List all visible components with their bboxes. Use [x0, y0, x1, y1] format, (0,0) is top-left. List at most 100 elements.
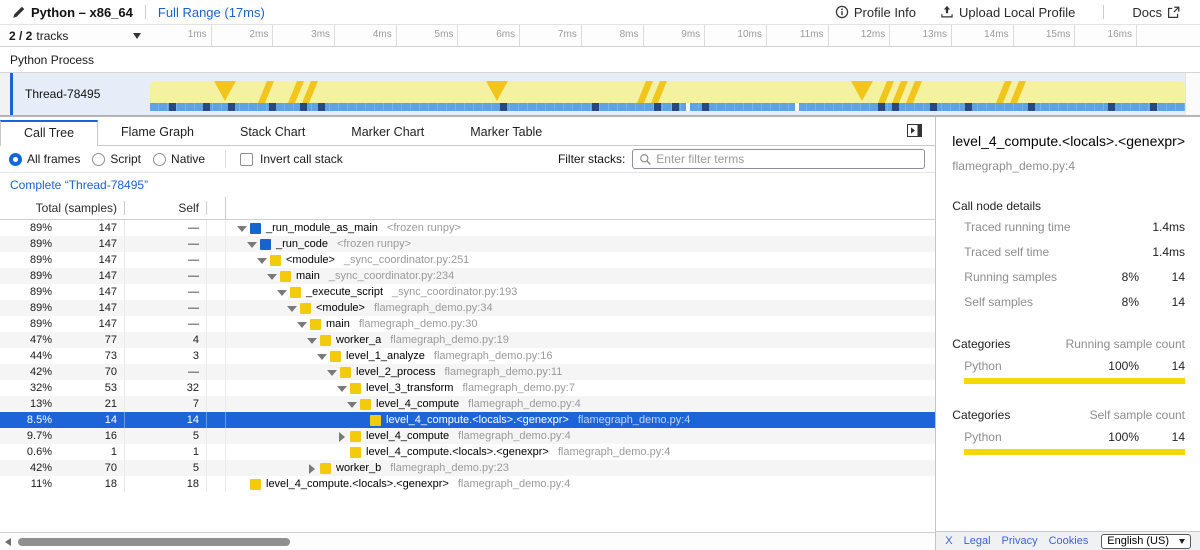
- detail-label: Running samples: [964, 270, 1095, 284]
- twisty-open-icon[interactable]: [326, 364, 340, 380]
- categories-count-header: Self sample count: [1010, 408, 1185, 422]
- table-row[interactable]: 8.5%1414level_4_compute.<locals>.<genexp…: [0, 412, 935, 428]
- table-row[interactable]: 89%147—mainflamegraph_demo.py:30: [0, 316, 935, 332]
- radio-button-icon[interactable]: [153, 153, 166, 166]
- column-total-samples[interactable]: Total (samples): [0, 201, 125, 215]
- twisty-open-icon[interactable]: [286, 300, 300, 316]
- cell-icon: [207, 460, 226, 476]
- call-node-details-heading: Call node details: [952, 199, 1185, 213]
- function-name: worker_a: [336, 332, 381, 348]
- profile-info-label: Profile Info: [854, 5, 916, 20]
- total-percent: 13%: [0, 396, 52, 412]
- profile-info-button[interactable]: Profile Info: [827, 5, 924, 20]
- twisty-open-icon[interactable]: [336, 380, 350, 396]
- table-row[interactable]: 89%147—_execute_script_sync_coordinator.…: [0, 284, 935, 300]
- twisty-closed-icon[interactable]: [306, 460, 320, 476]
- chevron-down-icon: [133, 33, 141, 43]
- function-name: level_4_compute.<locals>.<genexpr>: [386, 412, 569, 428]
- table-row[interactable]: 42%70—level_2_processflamegraph_demo.py:…: [0, 364, 935, 380]
- table-row[interactable]: 9.7%165level_4_computeflamegraph_demo.py…: [0, 428, 935, 444]
- footer-link-x[interactable]: X: [945, 535, 952, 547]
- radio-all-frames[interactable]: All frames: [9, 152, 80, 166]
- cell-self: —: [125, 268, 207, 284]
- scroll-left-arrow-icon[interactable]: [5, 538, 11, 546]
- table-row[interactable]: 11%1818level_4_compute.<locals>.<genexpr…: [0, 476, 935, 492]
- tab-call-tree[interactable]: Call Tree: [0, 120, 98, 146]
- radio-script[interactable]: Script: [92, 152, 141, 166]
- sample-dark-segment: [672, 103, 679, 111]
- total-percent: 32%: [0, 380, 52, 396]
- table-row[interactable]: 44%733level_1_analyzeflamegraph_demo.py:…: [0, 348, 935, 364]
- table-row[interactable]: 47%774worker_aflamegraph_demo.py:19: [0, 332, 935, 348]
- track-thread[interactable]: Thread-78495: [0, 73, 1200, 116]
- twisty-closed-icon[interactable]: [336, 428, 350, 444]
- table-row[interactable]: 89%147—main_sync_coordinator.py:234: [0, 268, 935, 284]
- category-row: Python100%14: [952, 422, 1185, 449]
- timeline-header: 2 / 2 tracks 1ms2ms3ms4ms5ms6ms7ms8ms9ms…: [0, 25, 1200, 47]
- total-percent: 89%: [0, 220, 52, 236]
- twisty-open-icon[interactable]: [266, 268, 280, 284]
- profile-title[interactable]: Python – x86_64: [31, 5, 133, 20]
- file-location: flamegraph_demo.py:4: [468, 396, 581, 412]
- invert-call-stack-checkbox[interactable]: [240, 153, 253, 166]
- cell-total: 47%77: [0, 332, 125, 348]
- twisty-open-icon[interactable]: [276, 284, 290, 300]
- category-square-icon: [320, 335, 331, 346]
- table-row[interactable]: 89%147—_run_code<frozen runpy>: [0, 236, 935, 252]
- table-row[interactable]: 89%147—_run_module_as_main<frozen runpy>: [0, 220, 935, 236]
- thread-activity-graph[interactable]: [150, 81, 1185, 111]
- twisty-open-icon[interactable]: [346, 396, 360, 412]
- tab-flame-graph[interactable]: Flame Graph: [98, 119, 217, 145]
- total-samples: 73: [52, 348, 124, 364]
- language-select[interactable]: English (US): [1101, 534, 1191, 549]
- scrollbar-thumb[interactable]: [18, 538, 290, 546]
- complete-thread-link[interactable]: Complete “Thread-78495”: [10, 178, 148, 192]
- docs-link[interactable]: Docs: [1124, 5, 1188, 20]
- table-row[interactable]: 89%147—<module>_sync_coordinator.py:251: [0, 252, 935, 268]
- timeline-ruler[interactable]: 1ms2ms3ms4ms5ms6ms7ms8ms9ms10ms11ms12ms1…: [150, 25, 1200, 46]
- cell-self: 1: [125, 444, 207, 460]
- category-square-icon: [300, 303, 311, 314]
- track-python-process[interactable]: Python Process: [0, 47, 1200, 73]
- radio-button-icon[interactable]: [92, 153, 105, 166]
- table-row[interactable]: 42%705worker_bflamegraph_demo.py:23: [0, 460, 935, 476]
- table-row[interactable]: 32%5332level_3_transformflamegraph_demo.…: [0, 380, 935, 396]
- filter-input[interactable]: [656, 152, 918, 166]
- upload-profile-button[interactable]: Upload Local Profile: [932, 5, 1083, 20]
- ruler-tick: 13ms: [890, 25, 952, 46]
- twisty-open-icon[interactable]: [306, 332, 320, 348]
- table-row[interactable]: 0.6%11level_4_compute.<locals>.<genexpr>…: [0, 444, 935, 460]
- call-tree-panel: Call TreeFlame GraphStack ChartMarker Ch…: [0, 117, 936, 550]
- filter-search-box[interactable]: [632, 149, 925, 169]
- twisty-open-icon[interactable]: [246, 236, 260, 252]
- tab-marker-chart[interactable]: Marker Chart: [328, 119, 447, 145]
- cell-self: —: [125, 236, 207, 252]
- twisty-open-icon[interactable]: [296, 316, 310, 332]
- function-name: level_4_compute: [376, 396, 459, 412]
- category-square-icon: [350, 431, 361, 442]
- footer-link-privacy[interactable]: Privacy: [1002, 535, 1038, 547]
- category-square-icon: [250, 479, 261, 490]
- twisty-open-icon[interactable]: [236, 220, 250, 236]
- total-samples: 147: [52, 220, 124, 236]
- column-self[interactable]: Self: [125, 201, 207, 215]
- edit-pencil-icon[interactable]: [12, 6, 25, 19]
- sidebar-toggle-icon[interactable]: [907, 124, 922, 142]
- footer-link-legal[interactable]: Legal: [964, 535, 991, 547]
- tracks-dropdown[interactable]: 2 / 2 tracks: [0, 25, 150, 46]
- twisty-open-icon[interactable]: [316, 348, 330, 364]
- cell-self: 32: [125, 380, 207, 396]
- total-samples: 147: [52, 268, 124, 284]
- tab-stack-chart[interactable]: Stack Chart: [217, 119, 328, 145]
- sample-dark-segment: [269, 103, 276, 111]
- table-row[interactable]: 13%217level_4_computeflamegraph_demo.py:…: [0, 396, 935, 412]
- full-range-link[interactable]: Full Range (17ms): [158, 5, 265, 20]
- cell-icon: [207, 476, 226, 492]
- cell-icon: [207, 348, 226, 364]
- table-row[interactable]: 89%147—<module>flamegraph_demo.py:34: [0, 300, 935, 316]
- radio-native[interactable]: Native: [153, 152, 205, 166]
- tab-marker-table[interactable]: Marker Table: [447, 119, 565, 145]
- radio-button-icon[interactable]: [9, 153, 22, 166]
- twisty-open-icon[interactable]: [256, 252, 270, 268]
- footer-link-cookies[interactable]: Cookies: [1049, 535, 1089, 547]
